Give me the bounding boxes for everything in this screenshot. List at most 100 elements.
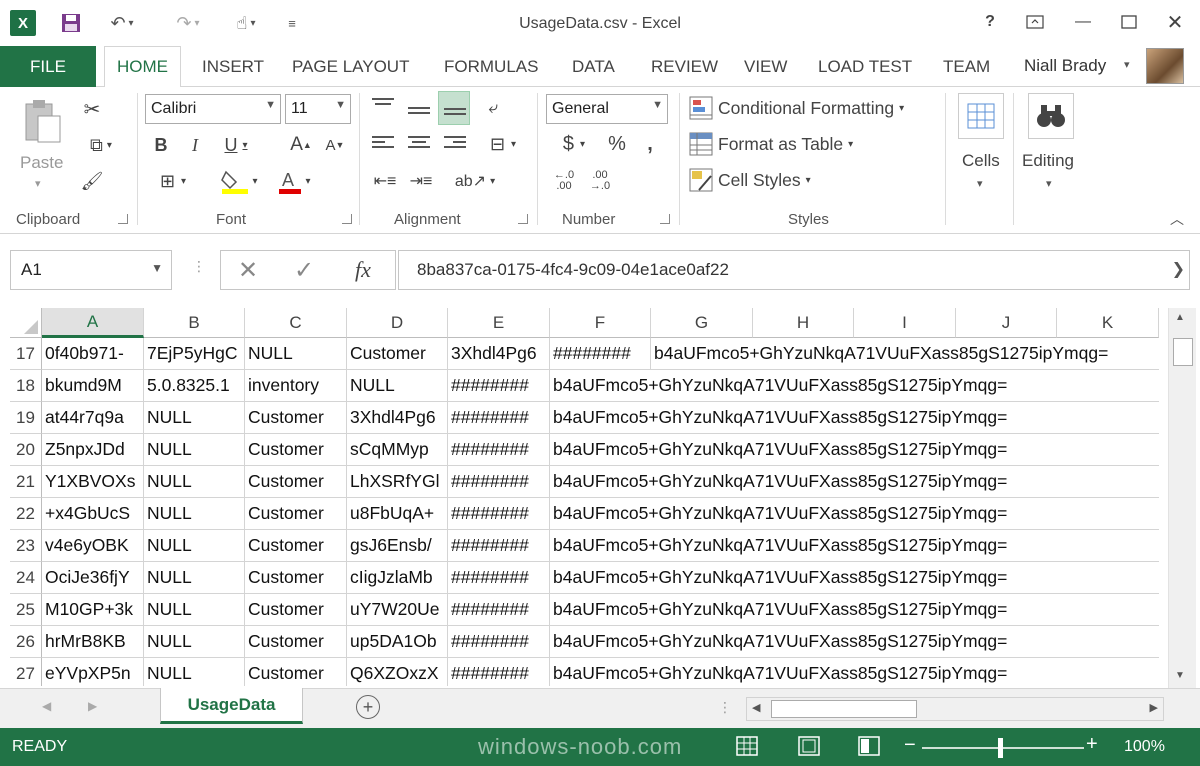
formula-input[interactable]: 8ba837ca-0175-4fc4-9c09-04e1ace0af22 ❯ bbox=[398, 250, 1190, 290]
scroll-left-icon[interactable]: ◀ bbox=[752, 701, 760, 714]
middle-align-icon[interactable] bbox=[408, 99, 430, 119]
grid-cell[interactable]: Customer bbox=[245, 402, 347, 434]
row-header[interactable]: 27 bbox=[10, 658, 42, 686]
grid-cell[interactable]: ######## bbox=[448, 530, 550, 562]
grid-cell[interactable]: NULL bbox=[245, 338, 347, 370]
binoculars-icon[interactable] bbox=[1028, 93, 1074, 139]
minimize-icon[interactable]: — bbox=[1068, 8, 1098, 36]
horizontal-scrollbar[interactable]: ◀ ▶ bbox=[746, 697, 1164, 721]
ribbon-display-options-icon[interactable] bbox=[1020, 8, 1050, 36]
scroll-up-icon[interactable]: ▲ bbox=[1175, 312, 1185, 323]
tab-split-grip-icon[interactable]: ⋮ bbox=[718, 699, 732, 716]
grid-cell[interactable]: b4aUFmco5+GhYzuNkqA71VUuFXass85gS1275ipY… bbox=[550, 530, 1159, 562]
grid-cell[interactable]: u8FbUqA+ bbox=[347, 498, 448, 530]
grid-cell[interactable]: Customer bbox=[245, 594, 347, 626]
grid-cell[interactable]: NULL bbox=[144, 626, 245, 658]
grid-cell[interactable]: up5DA1Ob bbox=[347, 626, 448, 658]
grid-cell[interactable]: Customer bbox=[245, 530, 347, 562]
decrease-font-size-icon[interactable]: A ▼ bbox=[324, 133, 346, 157]
grid-cell[interactable]: b4aUFmco5+GhYzuNkqA71VUuFXass85gS1275ipY… bbox=[550, 466, 1159, 498]
grid-cell[interactable]: NULL bbox=[144, 466, 245, 498]
paste-button[interactable]: Paste bbox=[20, 153, 63, 173]
conditional-formatting-icon[interactable] bbox=[688, 95, 714, 121]
column-header-f[interactable]: F bbox=[550, 308, 651, 338]
help-icon[interactable]: ? bbox=[975, 8, 1005, 36]
scroll-right-icon[interactable]: ▶ bbox=[1150, 701, 1158, 714]
vertical-scroll-thumb[interactable] bbox=[1173, 338, 1193, 366]
select-all-button[interactable] bbox=[10, 308, 42, 338]
cell-styles-icon[interactable] bbox=[688, 167, 714, 193]
grid-cell[interactable]: ######## bbox=[550, 338, 651, 370]
grid-cell[interactable]: NULL bbox=[144, 434, 245, 466]
wrap-text-icon[interactable]: ⤶ bbox=[478, 95, 508, 121]
grid-cell[interactable]: Customer bbox=[245, 434, 347, 466]
tab-load-test[interactable]: LOAD TEST bbox=[818, 46, 912, 87]
grid-cell[interactable]: b4aUFmco5+GhYzuNkqA71VUuFXass85gS1275ipY… bbox=[550, 370, 1159, 402]
grid-cell[interactable]: Customer bbox=[245, 562, 347, 594]
name-box-chevron-icon[interactable]: ▼ bbox=[151, 261, 163, 275]
grid-cell[interactable]: inventory bbox=[245, 370, 347, 402]
format-painter-icon[interactable]: 🖌 bbox=[78, 167, 106, 195]
fill-color-icon[interactable]: ▾ bbox=[214, 167, 264, 195]
next-sheet-icon[interactable]: ▶ bbox=[88, 699, 97, 713]
enter-entry-icon[interactable]: ✓ bbox=[289, 255, 319, 285]
row-header[interactable]: 21 bbox=[10, 466, 42, 498]
grid-cell[interactable]: Customer bbox=[245, 466, 347, 498]
decrease-decimal-icon[interactable]: .00 →.0 bbox=[584, 167, 616, 195]
copy-icon[interactable]: ⧉ ▾ bbox=[78, 131, 124, 159]
row-header[interactable]: 22 bbox=[10, 498, 42, 530]
zoom-in-icon[interactable]: + bbox=[1086, 733, 1098, 756]
horizontal-scroll-thumb[interactable] bbox=[771, 700, 917, 718]
decrease-indent-icon[interactable]: ⇤≡ bbox=[370, 169, 400, 193]
grid-cell[interactable]: b4aUFmco5+GhYzuNkqA71VUuFXass85gS1275ipY… bbox=[550, 658, 1159, 686]
font-family-select[interactable]: Calibri ▼ bbox=[145, 94, 281, 124]
borders-icon[interactable]: ⊞ ▾ bbox=[150, 169, 196, 193]
normal-view-icon[interactable] bbox=[736, 736, 758, 761]
grid-cell[interactable]: 0f40b971- bbox=[42, 338, 144, 370]
bottom-align-button[interactable] bbox=[438, 91, 470, 125]
grid-cell[interactable]: b4aUFmco5+GhYzuNkqA71VUuFXass85gS1275ipY… bbox=[550, 434, 1159, 466]
row-header[interactable]: 19 bbox=[10, 402, 42, 434]
alignment-launcher-icon[interactable] bbox=[518, 214, 528, 224]
font-color-icon[interactable]: A ▾ bbox=[270, 167, 318, 195]
row-header[interactable]: 17 bbox=[10, 338, 42, 370]
grid-cell[interactable]: NULL bbox=[144, 402, 245, 434]
accounting-format-icon[interactable]: $ ▾ bbox=[554, 131, 594, 157]
cells-button[interactable]: Cells bbox=[962, 151, 1000, 171]
underline-icon[interactable]: U ▾ bbox=[218, 133, 254, 157]
grid-cell[interactable]: NULL bbox=[144, 498, 245, 530]
tab-team[interactable]: TEAM bbox=[943, 46, 990, 87]
cut-icon[interactable]: ✂ bbox=[78, 95, 106, 123]
zoom-out-icon[interactable]: − bbox=[904, 734, 916, 757]
column-header-b[interactable]: B bbox=[144, 308, 245, 338]
column-header-c[interactable]: C bbox=[245, 308, 347, 338]
column-header-h[interactable]: H bbox=[753, 308, 854, 338]
grid-cell[interactable]: ######## bbox=[448, 466, 550, 498]
number-format-select[interactable]: General ▼ bbox=[546, 94, 668, 124]
zoom-slider[interactable] bbox=[922, 747, 1084, 749]
increase-font-size-icon[interactable]: A ▲ bbox=[290, 133, 312, 157]
grid-cell[interactable]: uY7W20Ue bbox=[347, 594, 448, 626]
tab-insert[interactable]: INSERT bbox=[202, 46, 264, 87]
tab-data[interactable]: DATA bbox=[572, 46, 615, 87]
grid-cell[interactable]: eYVpXP5n bbox=[42, 658, 144, 686]
row-header[interactable]: 18 bbox=[10, 370, 42, 402]
grid-cell[interactable]: ######## bbox=[448, 498, 550, 530]
grid-cell[interactable]: NULL bbox=[347, 370, 448, 402]
grid-cell[interactable]: Y1XBVOXs bbox=[42, 466, 144, 498]
tab-home[interactable]: HOME bbox=[104, 46, 181, 88]
maximize-icon[interactable] bbox=[1114, 8, 1144, 36]
grid-cell[interactable]: 3Xhdl4Pg6 bbox=[347, 402, 448, 434]
editing-chevron-icon[interactable]: ▾ bbox=[1046, 177, 1052, 190]
align-center-icon[interactable] bbox=[408, 133, 430, 153]
conditional-formatting-button[interactable]: Conditional Formatting ▾ bbox=[718, 95, 904, 121]
merge-center-icon[interactable]: ⊟ ▾ bbox=[478, 131, 528, 157]
grid-cell[interactable]: ######## bbox=[448, 562, 550, 594]
row-header[interactable]: 20 bbox=[10, 434, 42, 466]
row-header[interactable]: 26 bbox=[10, 626, 42, 658]
grid-cell[interactable]: NULL bbox=[144, 530, 245, 562]
zoom-slider-thumb[interactable] bbox=[998, 738, 1003, 758]
format-as-table-icon[interactable] bbox=[688, 131, 714, 157]
grid-cell[interactable]: gsJ6Ensb/ bbox=[347, 530, 448, 562]
grid-cell[interactable]: b4aUFmco5+GhYzuNkqA71VUuFXass85gS1275ipY… bbox=[550, 498, 1159, 530]
